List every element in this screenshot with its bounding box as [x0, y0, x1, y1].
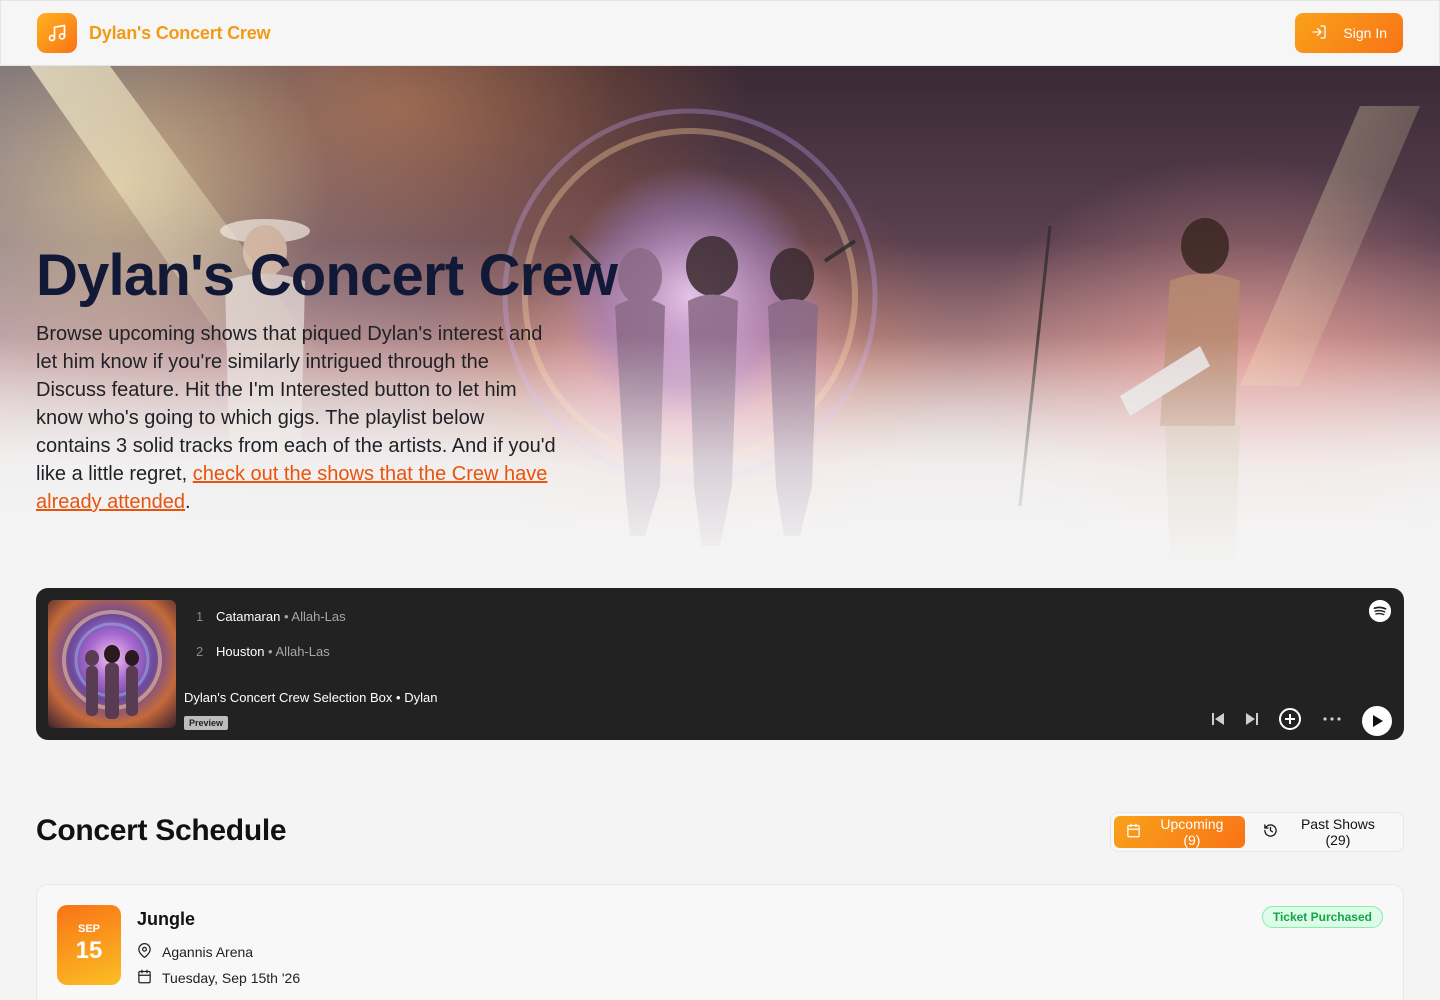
tab-upcoming[interactable]: Upcoming (9) — [1114, 816, 1245, 848]
track-separator: • — [283, 609, 289, 624]
play-icon[interactable] — [1362, 706, 1392, 736]
sign-in-label: Sign In — [1343, 25, 1387, 41]
player-controls — [1210, 706, 1392, 736]
tab-upcoming-label: Upcoming (9) — [1160, 816, 1224, 848]
playlist-separator: • — [396, 690, 401, 705]
more-options-icon[interactable] — [1320, 707, 1344, 736]
hero-title: Dylan's Concert Crew — [36, 243, 618, 308]
track-number: 1 — [196, 609, 204, 624]
track-number: 2 — [196, 644, 204, 659]
calendar-icon — [1126, 823, 1141, 841]
hero-description: Browse upcoming shows that piqued Dylan'… — [36, 320, 556, 516]
top-navbar: Dylan's Concert Crew Sign In — [0, 0, 1440, 66]
track-artist: Allah-Las — [275, 644, 330, 659]
map-pin-icon — [137, 943, 152, 961]
playlist-player: 1 Catamaran • Allah-Las 2 Houston • Alla… — [36, 588, 1404, 740]
tab-past-shows[interactable]: Past Shows (29) — [1251, 816, 1400, 848]
cover-art-illustration — [62, 610, 162, 719]
hero-description-text: Browse upcoming shows that piqued Dylan'… — [36, 323, 556, 485]
spotify-icon[interactable] — [1369, 600, 1391, 622]
brand[interactable]: Dylan's Concert Crew — [37, 13, 271, 53]
concert-date-row: Tuesday, Sep 15th '26 — [137, 969, 300, 987]
concert-month: SEP — [77, 923, 100, 935]
history-icon — [1263, 823, 1278, 841]
ticket-status-badge: Ticket Purchased — [1261, 906, 1383, 928]
schedule-title: Concert Schedule — [36, 814, 287, 847]
concert-venue: Agannis Arena — [162, 944, 254, 960]
music-note-icon — [37, 13, 77, 53]
playlist-owner: Dylan — [404, 690, 438, 705]
concert-date-badge: SEP 15 — [57, 905, 121, 985]
hero-description-end: . — [185, 491, 191, 513]
concert-card[interactable]: SEP 15 Jungle Agannis Arena Tuesday, Sep… — [36, 884, 1404, 1000]
playlist-title[interactable]: Dylan's Concert Crew Selection Box • Dyl… — [184, 690, 437, 705]
sign-in-button[interactable]: Sign In — [1295, 13, 1403, 53]
track-row[interactable]: 2 Houston • Allah-Las — [196, 644, 330, 659]
hero-section: Dylan's Concert Crew Browse upcoming sho… — [0, 66, 1440, 566]
concert-day: 15 — [75, 937, 103, 964]
preview-badge: Preview — [184, 716, 229, 730]
calendar-icon — [137, 969, 152, 987]
concert-artist: Jungle — [137, 909, 196, 929]
track-separator: • — [268, 644, 273, 659]
concert-venue-row: Agannis Arena — [137, 943, 253, 961]
schedule-tabs: Upcoming (9) Past Shows (29) — [1110, 812, 1404, 852]
tab-past-shows-label: Past Shows (29) — [1300, 816, 1375, 848]
track-title: Catamaran — [216, 609, 281, 624]
next-track-icon[interactable] — [1244, 711, 1260, 732]
sign-in-icon — [1311, 24, 1327, 43]
track-row[interactable]: 1 Catamaran • Allah-Las — [196, 609, 346, 624]
playlist-cover-art — [48, 600, 176, 728]
playlist-name: Dylan's Concert Crew Selection Box — [184, 690, 393, 705]
brand-name: Dylan's Concert Crew — [89, 22, 271, 43]
add-to-library-icon[interactable] — [1278, 707, 1302, 736]
track-artist: Allah-Las — [291, 609, 346, 624]
concert-date: Tuesday, Sep 15th '26 — [162, 970, 301, 986]
previous-track-icon[interactable] — [1210, 711, 1226, 732]
track-title: Houston — [216, 644, 265, 659]
